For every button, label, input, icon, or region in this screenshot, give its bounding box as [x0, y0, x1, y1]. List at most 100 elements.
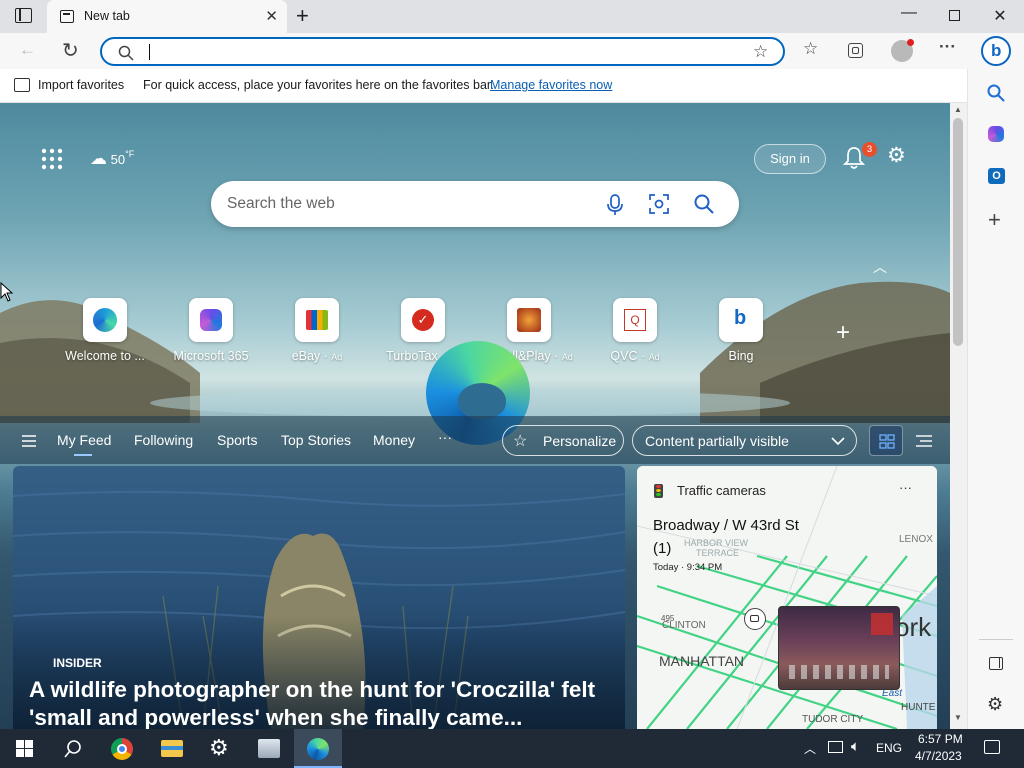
traffic-location: Broadway / W 43rd St [653, 517, 799, 534]
favorites-icon[interactable]: ☆ [803, 39, 818, 59]
quick-link-qvc[interactable]: Q QVC · Ad [582, 298, 688, 363]
search-submit-icon[interactable] [694, 194, 714, 214]
camera-pin-icon[interactable] [744, 608, 766, 630]
network-icon[interactable] [828, 741, 843, 753]
map-label: HUNTE [901, 702, 936, 713]
notification-count-badge: 3 [862, 142, 877, 157]
settings-and-more-icon[interactable]: ··· [939, 37, 956, 57]
add-favorite-icon[interactable]: ☆ [753, 42, 768, 62]
address-bar[interactable]: ☆ [100, 37, 785, 66]
apps-launcher-icon[interactable] [41, 148, 63, 170]
traffic-timestamp: Today · 9:34 PM [653, 562, 723, 573]
quick-link-microsoft-365[interactable]: Microsoft 365 [158, 298, 264, 363]
personalize-button[interactable]: ☆ Personalize [502, 425, 624, 456]
new-tab-plus-icon[interactable]: + [296, 3, 309, 29]
settings-gear-icon: ⚙ [209, 735, 229, 760]
ebay-bag-icon [306, 310, 328, 330]
tab-money[interactable]: Money [373, 432, 415, 448]
turbotax-check-icon: ✓ [412, 309, 434, 331]
map-label: LENOX [899, 534, 933, 545]
clock-time[interactable]: 6:57 PM [918, 732, 963, 746]
page-settings-gear-icon[interactable]: ⚙ [887, 143, 906, 168]
traffic-cameras-card[interactable]: Traffic cameras ··· Broadway / W 43rd St… [637, 466, 937, 729]
close-tab-icon[interactable]: ✕ [265, 7, 278, 25]
server-manager-icon [258, 739, 280, 758]
action-center-icon[interactable] [984, 740, 1000, 754]
quick-link-welcome[interactable]: Welcome to ... [52, 298, 158, 363]
taskbar-search-button[interactable] [48, 729, 96, 768]
feed-navigation: My Feed Following Sports Top Stories Mon… [0, 416, 950, 464]
manage-favorites-link[interactable]: Manage favorites now [490, 78, 612, 92]
tab-new-tab[interactable]: New tab ✕ [47, 0, 287, 33]
notifications-bell-icon[interactable]: 3 [842, 142, 877, 170]
grid-layout-button[interactable] [869, 425, 903, 456]
clock-date[interactable]: 4/7/2023 [915, 749, 962, 763]
card-more-options-icon[interactable]: ··· [899, 480, 912, 495]
quick-link-ebay[interactable]: eBay · Ad [264, 298, 370, 363]
sign-in-button[interactable]: Sign in [754, 144, 826, 174]
add-quick-link-plus-icon[interactable]: + [836, 319, 850, 347]
ad-tag: Ad [561, 352, 573, 362]
microphone-icon[interactable] [607, 194, 623, 216]
microsoft-365-icon [200, 309, 222, 331]
web-search-box[interactable]: Search the web [211, 181, 739, 227]
volume-icon[interactable]: 🔈︎ [851, 738, 860, 755]
weather-widget[interactable]: ☁ 50°F [90, 149, 134, 169]
sidebar-search-icon[interactable] [987, 84, 1005, 102]
chevron-down-icon [831, 437, 845, 446]
page-scrollbar[interactable]: ▲ ▼ [950, 103, 967, 729]
profile-avatar[interactable] [891, 39, 914, 62]
sidebar-add-icon[interactable]: + [988, 207, 1001, 233]
more-tabs-icon[interactable]: ··· [438, 429, 452, 445]
content-visibility-value: Content partially visible [645, 433, 789, 449]
minimize-icon[interactable]: — [899, 4, 919, 22]
news-card-main[interactable]: INSIDER A wildlife photographer on the h… [13, 466, 625, 729]
install-play-game-icon [517, 308, 541, 332]
taskbar-edge[interactable] [294, 729, 342, 768]
sidebar-outlook-icon[interactable]: O [988, 168, 1005, 184]
back-arrow-icon[interactable]: ← [19, 40, 36, 60]
edge-logo-icon [93, 308, 117, 332]
tab-sports[interactable]: Sports [217, 432, 257, 448]
traffic-camera-count: (1) [653, 540, 672, 557]
refresh-icon[interactable]: ↻ [62, 38, 79, 63]
taskbar-file-explorer[interactable] [148, 729, 196, 768]
tab-following[interactable]: Following [134, 432, 193, 448]
quick-link-bing[interactable]: b Bing [688, 298, 794, 363]
cloud-icon: ☁ [90, 149, 107, 168]
weather-temperature: 50 [110, 152, 126, 167]
visual-search-icon[interactable] [649, 194, 669, 214]
collapse-chevron-up-icon[interactable]: ︿ [873, 257, 887, 277]
sidebar-microsoft-365-icon[interactable] [988, 126, 1004, 142]
bing-logo-icon: b [734, 307, 747, 329]
personalize-label: Personalize [543, 433, 617, 449]
news-headline[interactable]: A wildlife photographer on the hunt for … [29, 676, 599, 729]
collections-icon[interactable] [848, 43, 863, 58]
traffic-camera-snapshot[interactable] [778, 606, 900, 690]
menu-hamburger-icon[interactable] [22, 435, 36, 447]
hide-sidebar-icon[interactable] [989, 657, 1003, 670]
sidebar-settings-gear-icon[interactable]: ⚙ [987, 694, 1003, 715]
start-button[interactable] [0, 729, 48, 768]
chrome-icon [111, 738, 133, 760]
list-layout-icon[interactable] [916, 435, 932, 447]
map-label: 495 [661, 614, 675, 623]
import-favorites-link[interactable]: Import favorites [38, 78, 124, 92]
bing-chat-icon[interactable]: b [981, 36, 1011, 66]
active-tab-indicator [74, 454, 92, 456]
taskbar-server-manager[interactable] [245, 729, 293, 768]
scrollbar-thumb[interactable] [953, 118, 963, 346]
tab-top-stories[interactable]: Top Stories [281, 432, 351, 448]
input-language[interactable]: ENG [876, 741, 902, 755]
content-visibility-dropdown[interactable]: Content partially visible [632, 425, 857, 456]
tab-my-feed[interactable]: My Feed [57, 432, 111, 448]
restore-icon[interactable] [949, 10, 960, 21]
taskbar-chrome[interactable] [98, 729, 146, 768]
tab-actions-icon[interactable] [15, 8, 32, 23]
weather-unit: °F [125, 149, 135, 159]
ad-tag: Ad [331, 352, 343, 362]
map-label: MANHATTAN [659, 653, 745, 669]
taskbar-settings[interactable]: ⚙ [196, 729, 244, 768]
show-hidden-icons-icon[interactable]: ︿ [804, 740, 816, 757]
close-window-icon[interactable]: ✕ [990, 6, 1010, 26]
